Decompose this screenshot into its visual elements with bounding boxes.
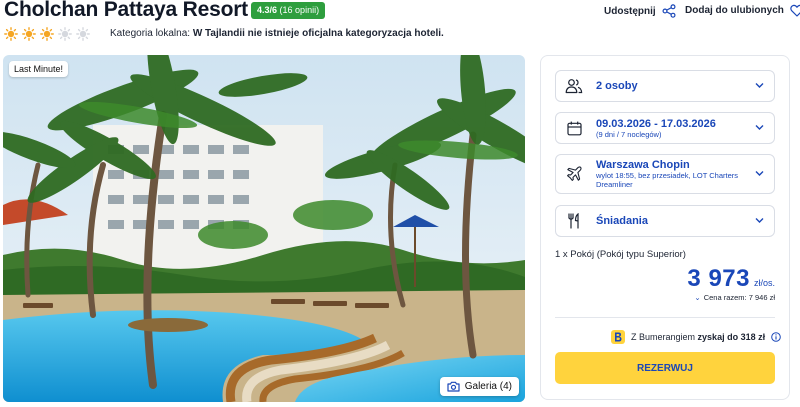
sun-icon xyxy=(4,27,18,41)
local-category: Kategoria lokalna: W Tajlandii nie istni… xyxy=(110,28,444,39)
bumerang-logo-icon xyxy=(611,330,625,344)
departure-value: Warszawa Chopin xyxy=(596,159,690,171)
dates-value: 09.03.2026 - 17.03.2026 xyxy=(596,117,716,130)
persons-select[interactable]: 2 osoby xyxy=(555,70,775,102)
reserve-button[interactable]: REZERWUJ xyxy=(555,352,775,384)
last-minute-badge: Last Minute! xyxy=(9,61,69,77)
departure-sub: wylot 18:55, bez przesiadek, LOT Charter… xyxy=(596,171,739,189)
sun-empty-icon xyxy=(58,27,72,41)
cutlery-icon xyxy=(564,213,584,229)
rating-count: (16 opinii) xyxy=(279,5,320,15)
gallery-button[interactable]: Galeria (4) xyxy=(439,377,519,396)
persons-icon xyxy=(564,78,584,94)
departure-select[interactable]: Warszawa Chopin wylot 18:55, bez przesia… xyxy=(555,154,775,194)
chevron-down-icon xyxy=(755,218,764,223)
category-label: Kategoria lokalna: xyxy=(110,28,191,39)
bumerang-info: Z Bumerangiem zyskaj do 318 zł xyxy=(611,330,781,344)
sun-rating xyxy=(4,27,90,41)
gallery-label: Galeria (4) xyxy=(464,381,512,392)
bumerang-amount: zyskaj do 318 zł xyxy=(697,332,766,342)
dates-select[interactable]: 09.03.2026 - 17.03.2026 (9 dni / 7 nocle… xyxy=(555,112,775,144)
dates-sub: (9 dni / 7 noclegów) xyxy=(596,129,662,139)
plane-icon xyxy=(564,166,584,182)
hotel-photo[interactable]: Last Minute! Galeria (4) xyxy=(3,55,525,402)
heart-icon xyxy=(790,4,800,17)
share-label: Udostępnij xyxy=(604,5,656,17)
hotel-title: Cholchan Pattaya Resort xyxy=(4,0,248,21)
persons-value: 2 osoby xyxy=(596,80,638,92)
board-value: Śniadania xyxy=(596,215,648,227)
camera-icon xyxy=(447,381,460,392)
favorite-button[interactable]: Dodaj do ulubionych xyxy=(685,4,800,17)
rating-value: 4.3/6 xyxy=(257,5,278,15)
total-price-toggle[interactable]: ⌄ Cena razem: 7 946 zł xyxy=(694,293,775,302)
calendar-icon xyxy=(564,121,584,136)
booking-panel: 2 osoby 09.03.2026 - 17.03.2026 (9 dni /… xyxy=(540,55,790,400)
sun-icon xyxy=(22,27,36,41)
info-icon[interactable] xyxy=(771,332,781,342)
rating-badge[interactable]: 4.3/6 (16 opinii) xyxy=(251,2,326,19)
total-price: Cena razem: 7 946 zł xyxy=(703,293,775,302)
share-icon xyxy=(662,4,676,18)
sun-empty-icon xyxy=(76,27,90,41)
chevron-down-icon xyxy=(755,83,764,88)
chevron-down-icon xyxy=(755,125,764,130)
board-select[interactable]: Śniadania xyxy=(555,205,775,237)
bumerang-prefix: Z Bumerangiem xyxy=(631,332,696,342)
chevron-down-icon xyxy=(755,171,764,176)
price: 3 973 zł/os. xyxy=(687,265,775,293)
room-info: 1 x Pokój (Pokój typu Superior) xyxy=(555,249,686,260)
favorite-label: Dodaj do ulubionych xyxy=(685,5,784,16)
price-value: 3 973 xyxy=(687,265,750,292)
price-unit: zł/os. xyxy=(753,278,775,288)
resort-pool-image xyxy=(3,55,525,402)
category-text: W Tajlandii nie istnieje oficjalna kateg… xyxy=(192,28,444,39)
divider xyxy=(555,317,775,318)
share-button[interactable]: Udostępnij xyxy=(604,4,676,18)
sun-icon xyxy=(40,27,54,41)
chevron-down-icon: ⌄ xyxy=(694,293,701,302)
